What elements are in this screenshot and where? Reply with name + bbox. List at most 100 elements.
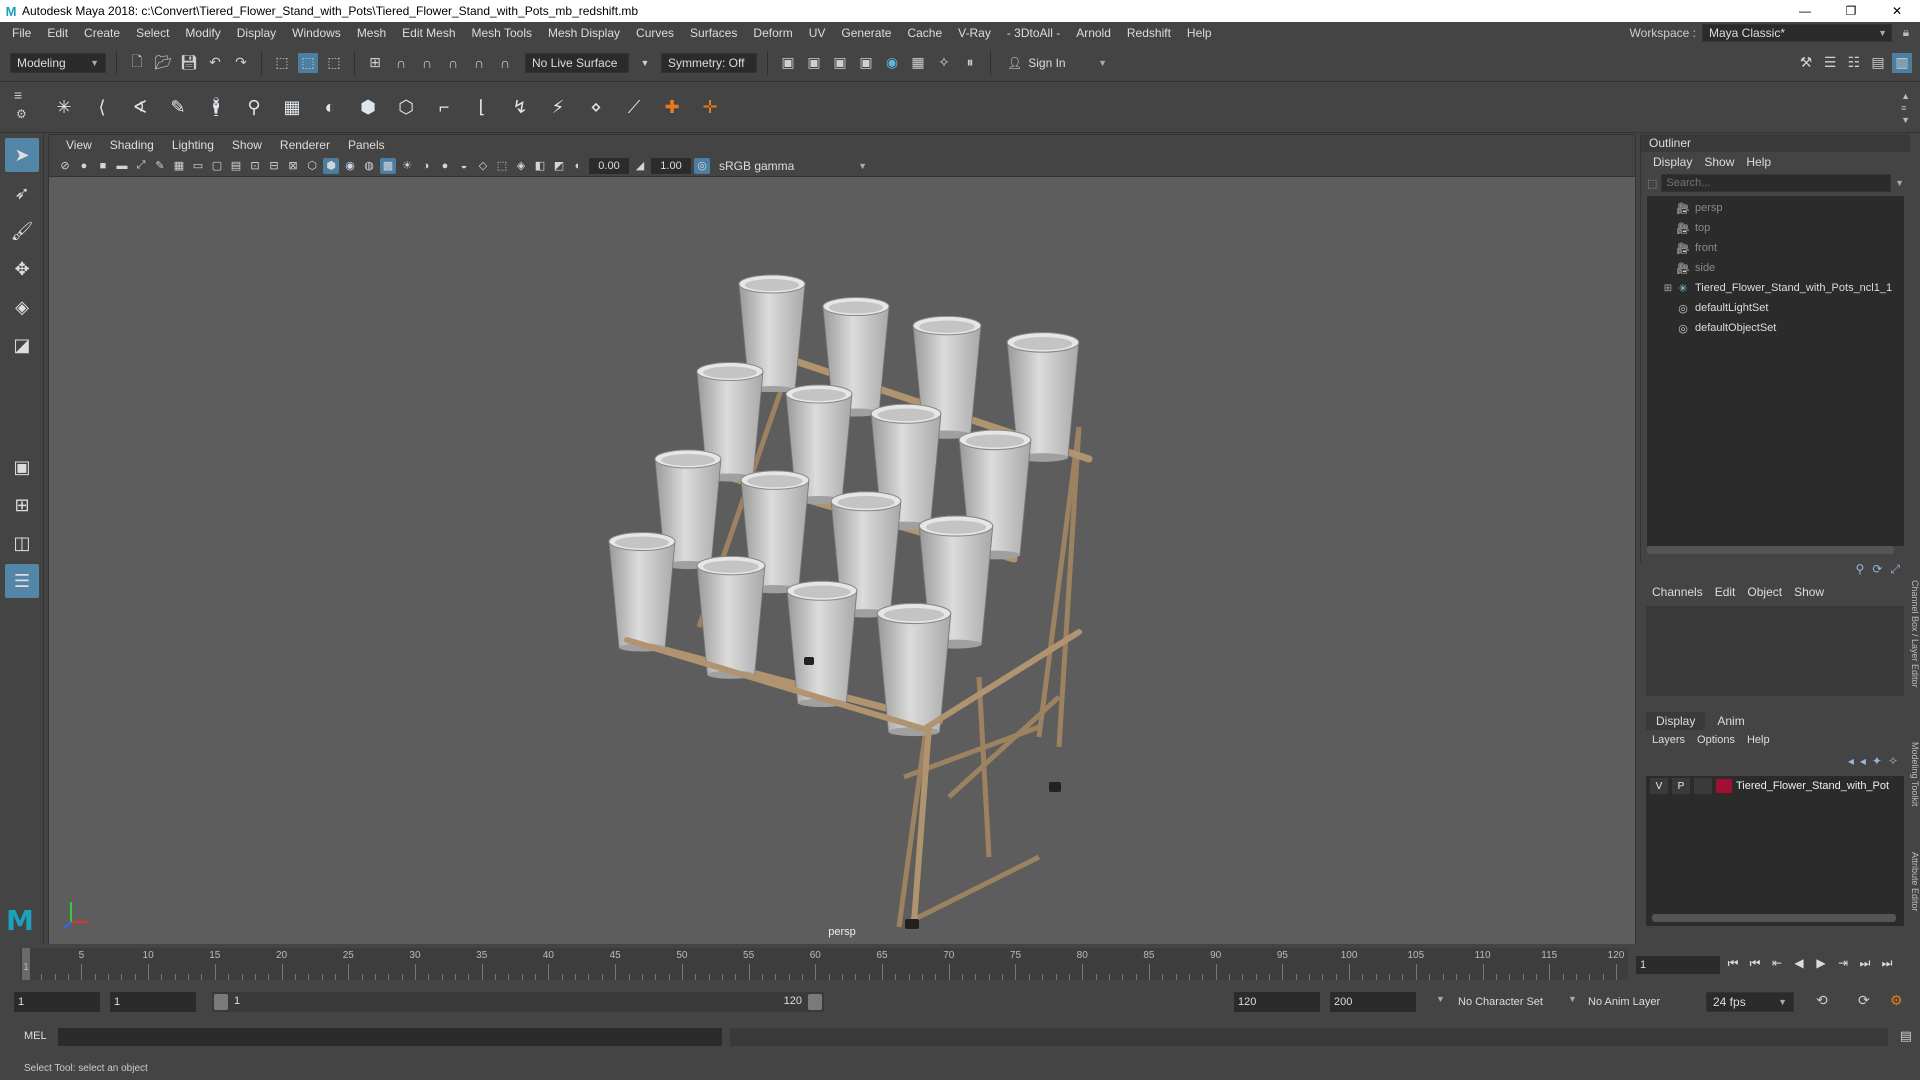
minimize-button[interactable]: — [1782,0,1828,22]
light-editor-icon[interactable]: ✧ [934,53,954,73]
safe-action-icon[interactable]: ⊟ [266,158,282,174]
script-editor-icon[interactable]: ▤ [1900,1028,1912,1044]
exposure-icon[interactable]: ◐ [570,158,586,174]
menu-edit-mesh[interactable]: Edit Mesh [394,26,463,40]
anim-preferences-icon[interactable]: ⚙︎ [1890,992,1903,1009]
menu-mesh-display[interactable]: Mesh Display [540,26,628,40]
menu-3dtoall[interactable]: - 3DtoAll - [999,26,1068,40]
menu-create[interactable]: Create [76,26,128,40]
outliner-menu-display[interactable]: Display [1647,155,1698,169]
extrude-icon[interactable]: ⬡ [392,94,420,122]
timeline-track[interactable]: 1 5 10 15 20 25 30 35 40 45 50 55 60 65 70 75 80 85 90 95 1… [20,948,1628,980]
color-management-icon[interactable]: ◎ [694,157,710,174]
four-view-button[interactable]: ⊞ [5,488,39,522]
sign-in-dropdown[interactable]: 👤︎ Sign In ▼ [1001,52,1113,73]
select-camera-icon[interactable]: ⊘ [57,158,73,174]
menu-set-dropdown[interactable]: Modeling ▼ [10,52,106,73]
outliner-menu-help[interactable]: Help [1740,155,1777,169]
menu-deform[interactable]: Deform [745,26,800,40]
two-view-button[interactable]: ◫ [5,526,39,560]
character-set-field[interactable]: No Character Set [1454,992,1564,1012]
polygon-sphere-icon[interactable]: ⬢ [354,94,382,122]
connect-icon[interactable]: ⋄ [582,94,610,122]
go-to-start-icon[interactable]: ⏮︎ [1726,954,1740,972]
modeling-toolkit-icon[interactable]: ⚒ [1796,53,1816,73]
menu-file[interactable]: File [4,26,39,40]
chevron-down-icon[interactable]: ▼ [1568,994,1577,1004]
depth-of-field-icon[interactable]: ◇ [475,158,491,174]
outliner-menu-show[interactable]: Show [1698,155,1740,169]
chevron-down-icon[interactable]: ▼ [635,53,655,73]
outliner-item-flower-stand[interactable]: ⊞ ✳ Tiered_Flower_Stand_with_Pots_ncl1_1 [1647,278,1904,298]
layer-menu-options[interactable]: Options [1691,734,1741,746]
chevron-down-icon[interactable]: ▼ [1895,178,1904,188]
channel-menu-show[interactable]: Show [1788,585,1830,599]
snap-view-icon[interactable]: ∩ [443,53,463,73]
shadows-icon[interactable]: ☀ [399,158,415,174]
step-forward-frame-icon[interactable]: ⇥ [1836,954,1850,972]
move-tool-button[interactable]: ✥ [5,252,39,286]
range-bar[interactable]: 1 120 [212,992,824,1012]
layer-display-type-toggle[interactable] [1694,778,1712,794]
outliner-item-front[interactable]: 🎥︎ front [1647,238,1904,258]
step-forward-key-icon[interactable]: ⏭︎ [1858,954,1872,972]
undo-icon[interactable]: ↶ [205,53,225,73]
hypershade-icon[interactable]: ◉ [882,53,902,73]
refresh-icon[interactable]: ⟳ [1872,562,1882,577]
panel-menu-show[interactable]: Show [223,138,271,152]
select-component-icon[interactable]: ⬚ [324,53,344,73]
menu-select[interactable]: Select [128,26,177,40]
render-settings-icon[interactable]: ▣ [856,53,876,73]
layer-horizontal-scrollbar[interactable] [1652,914,1896,922]
menu-arnold[interactable]: Arnold [1068,26,1119,40]
render-view-icon[interactable]: ▣ [778,53,798,73]
bend-curve-icon[interactable]: ⟨ [88,94,116,122]
current-frame-field[interactable]: 1 [1636,956,1720,974]
outliner-item-top[interactable]: 🎥︎ top [1647,218,1904,238]
lasso-tool-button[interactable]: ➶ [5,176,39,210]
bridge-icon[interactable]: ⌊ [468,94,496,122]
panel-menu-renderer[interactable]: Renderer [271,138,339,152]
attribute-editor-icon[interactable]: ☰ [1820,53,1840,73]
motion-blur-icon[interactable]: ● [437,158,453,174]
edge-loop-icon[interactable]: ⟋ [620,94,648,122]
menu-generate[interactable]: Generate [833,26,899,40]
field-chart-icon[interactable]: ⊡ [247,158,263,174]
xray-components-icon[interactable]: ◩ [551,158,567,174]
outliner-layout-button[interactable]: ☰ [5,564,39,598]
menu-mesh[interactable]: Mesh [349,26,394,40]
multi-cut-icon[interactable]: ↯ [506,94,534,122]
curve-tool-icon[interactable]: ∢ [126,94,154,122]
tab-modeling-toolkit[interactable]: Modeling Toolkit [1910,742,1920,806]
play-backwards-icon[interactable]: ◀ [1792,954,1806,972]
animation-start-field[interactable]: 1 [14,992,100,1012]
fps-dropdown[interactable]: 24 fps ▼ [1706,992,1794,1012]
menu-vray[interactable]: V-Ray [950,26,999,40]
filter-icon[interactable]: ⬚ [1647,177,1657,190]
channel-box-icon[interactable]: ▤ [1868,53,1888,73]
menu-display[interactable]: Display [229,26,284,40]
channel-menu-edit[interactable]: Edit [1709,585,1742,599]
menu-cache[interactable]: Cache [899,26,950,40]
layer-row[interactable]: V P Tiered_Flower_Stand_with_Pot [1646,776,1904,796]
freeze-transform-icon[interactable]: ✛ [696,94,724,122]
expand-panel-icon[interactable]: ⤢ [1890,562,1900,577]
rotate-tool-button[interactable]: ◈ [5,290,39,324]
workspace-dropdown[interactable]: Maya Classic* ▼ [1702,24,1892,42]
playback-start-field[interactable]: 1 [110,992,196,1012]
safe-title-icon[interactable]: ⊠ [285,158,301,174]
step-back-frame-icon[interactable]: ⇤ [1770,954,1784,972]
menu-surfaces[interactable]: Surfaces [682,26,745,40]
snap-grid-icon[interactable]: ⊞ [365,53,385,73]
menu-edit[interactable]: Edit [39,26,76,40]
outliner-item-persp[interactable]: 🎥︎ persp [1647,198,1904,218]
create-grid-icon[interactable]: ▦ [278,94,306,122]
outliner-item-side[interactable]: 🎥︎ side [1647,258,1904,278]
bookmark-icon[interactable]: ■ [95,158,111,174]
save-scene-icon[interactable]: 💾︎ [179,53,199,73]
layer-color-swatch[interactable] [1716,779,1732,793]
layer-playback-toggle[interactable]: P [1672,778,1690,794]
sculpt-icon[interactable]: ◐ [316,94,344,122]
xray-icon[interactable]: ◈ [513,158,529,174]
chevron-down-icon[interactable]: ▼ [1436,994,1445,1004]
